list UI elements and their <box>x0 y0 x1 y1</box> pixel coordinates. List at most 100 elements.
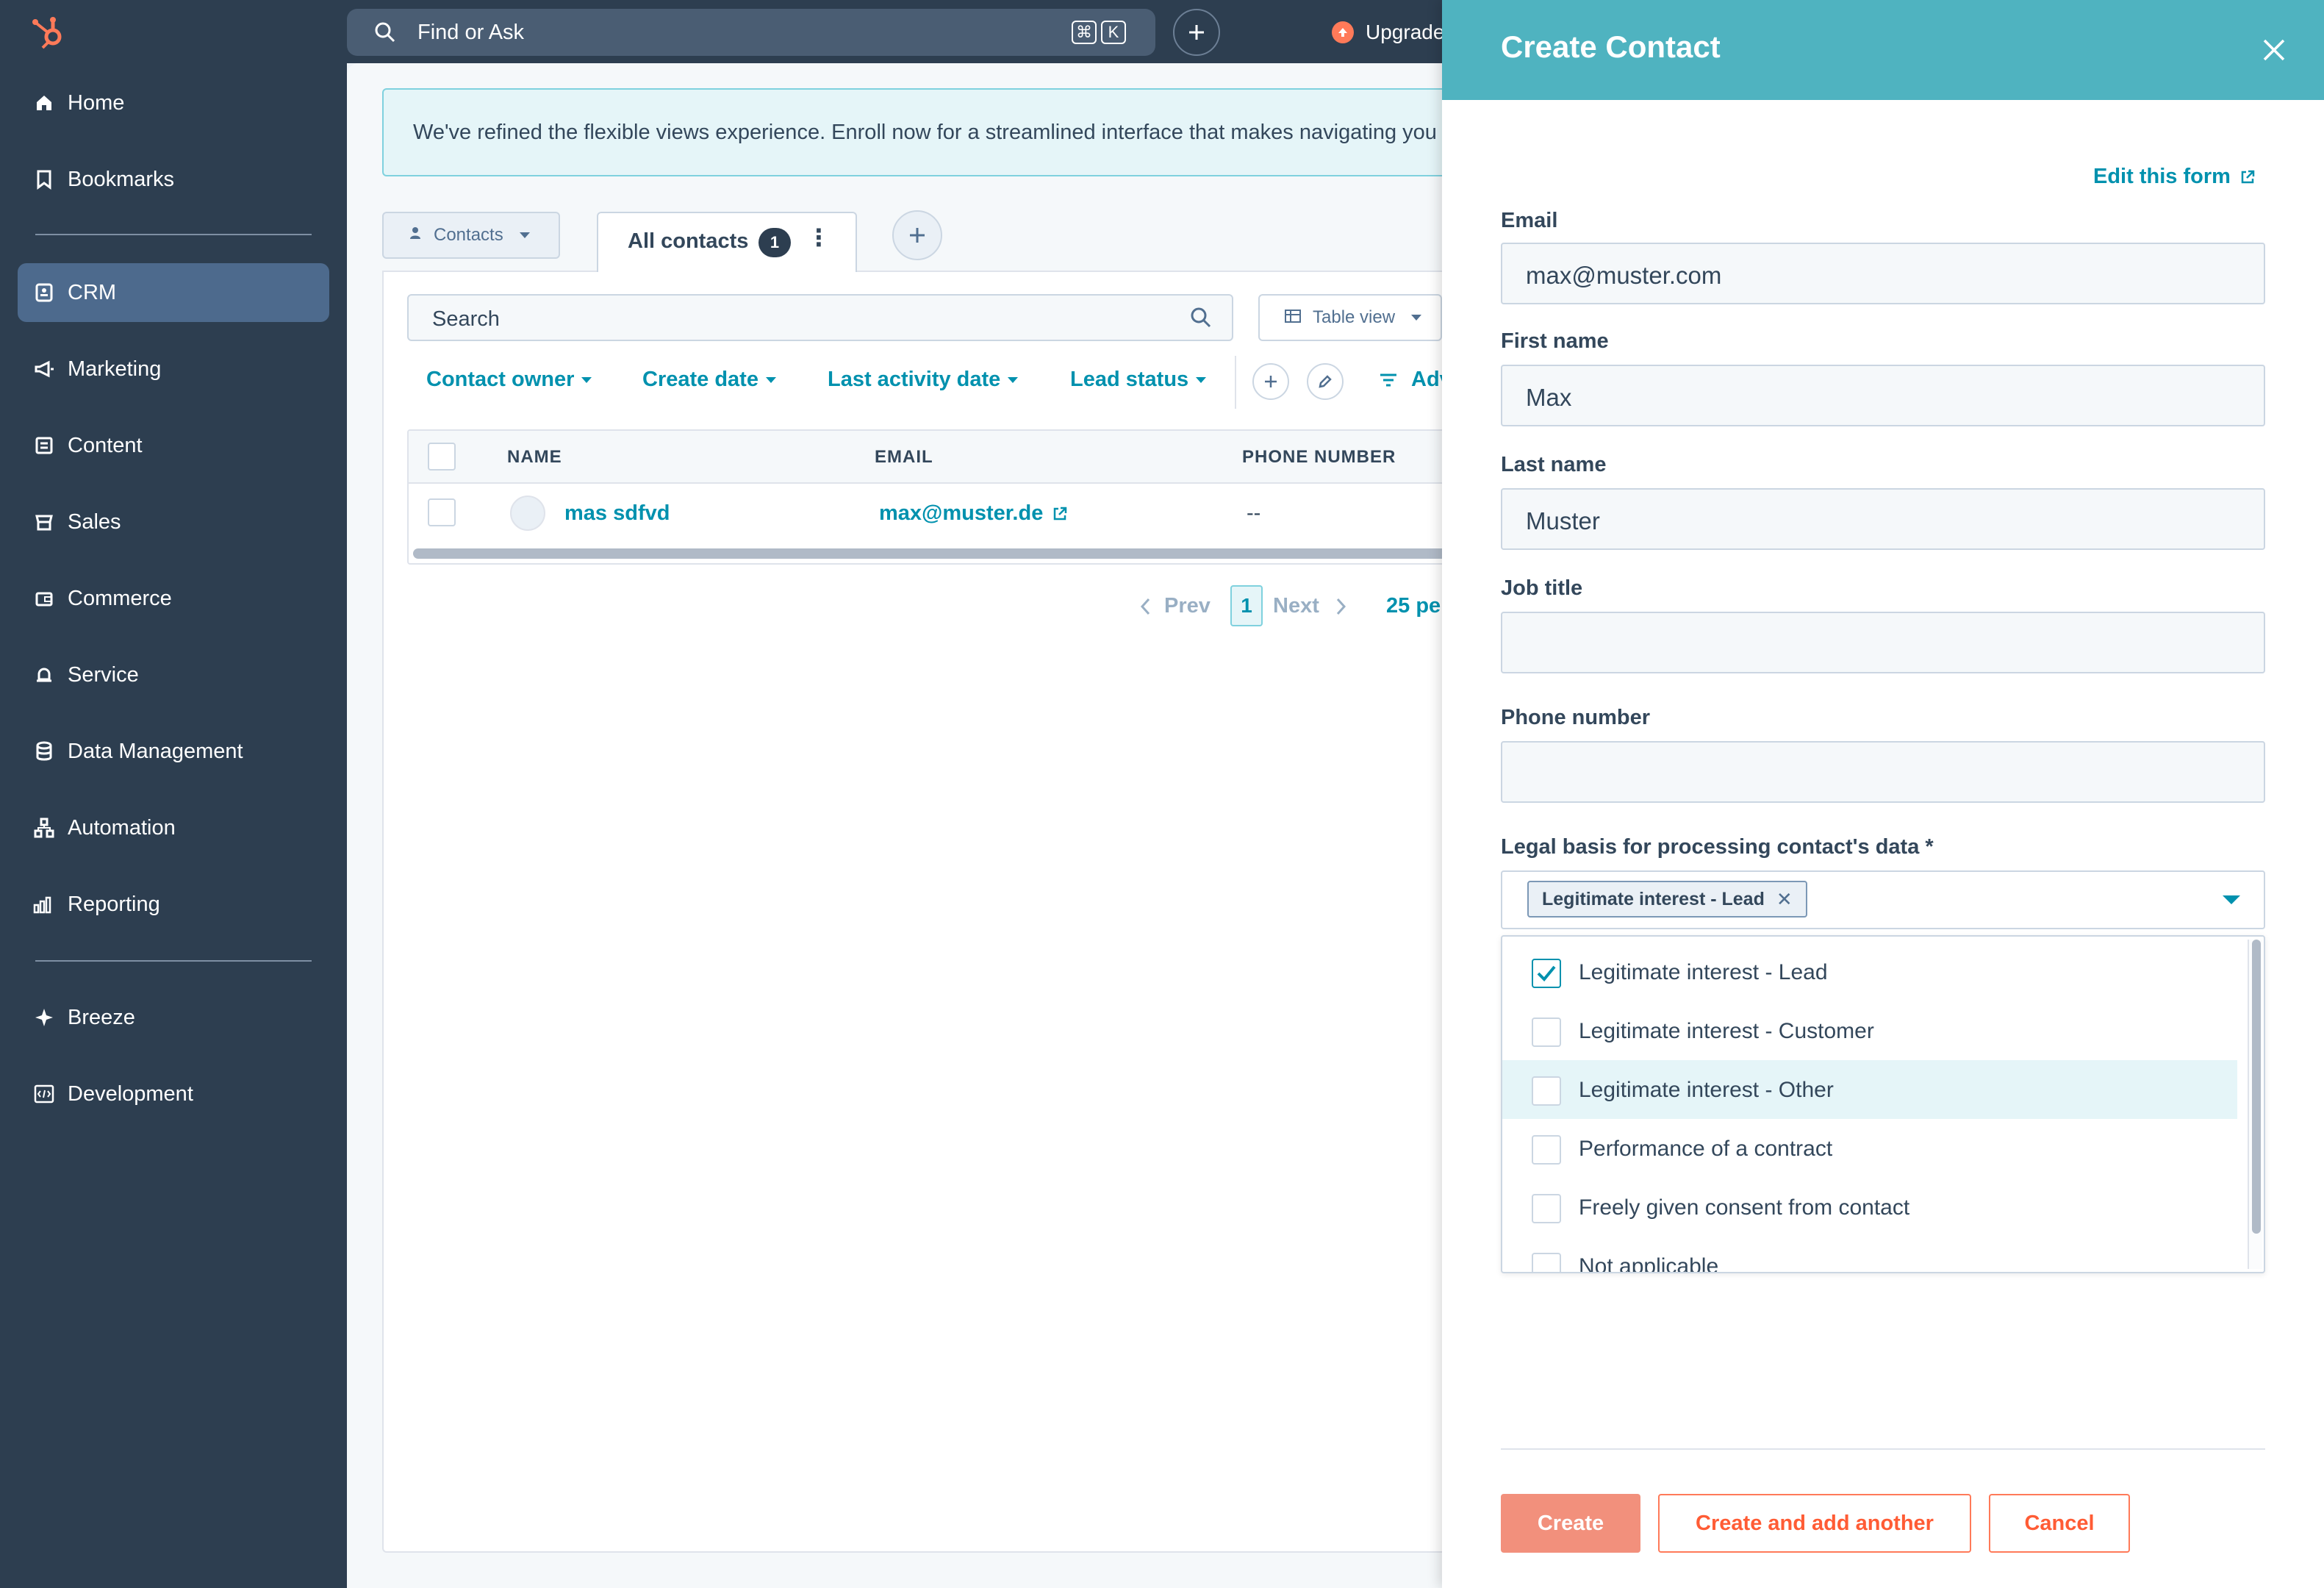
bookmark-icon <box>32 168 56 191</box>
banner-text: We've refined the flexible views experie… <box>413 121 1437 144</box>
sidebar-item-sales[interactable]: Sales <box>18 493 329 551</box>
shortcut-cmd-key: ⌘ <box>1072 21 1097 44</box>
external-link-icon <box>1054 507 1067 520</box>
create-button[interactable]: Create <box>1501 1494 1640 1553</box>
filter-divider <box>1235 356 1236 409</box>
column-header-phone[interactable]: PHONE NUMBER <box>1242 447 1396 468</box>
legal-basis-multiselect[interactable]: Legitimate interest - Lead ✕ <box>1501 870 2265 929</box>
chevron-down-icon <box>519 232 530 238</box>
page-number-current[interactable]: 1 <box>1230 585 1263 626</box>
home-icon <box>32 91 56 115</box>
chip-label: Legitimate interest - Lead <box>1542 888 1765 909</box>
filter-lead-status[interactable]: Lead status <box>1070 368 1207 392</box>
sidebar-item-automation[interactable]: Automation <box>18 798 329 857</box>
global-search-input[interactable]: Find or Ask ⌘ K <box>347 9 1155 56</box>
quick-create-button[interactable] <box>1173 9 1220 56</box>
filter-create-date[interactable]: Create date <box>642 368 776 392</box>
sidebar-item-reporting[interactable]: Reporting <box>18 875 329 934</box>
option-legitimate-interest-lead[interactable]: Legitimate interest - Lead <box>1502 943 2237 1001</box>
filter-label: Contact owner <box>426 368 575 391</box>
table-header: NAME EMAIL PHONE NUMBER <box>409 431 1471 484</box>
sidebar-divider <box>35 960 312 962</box>
sidebar-item-label: Breeze <box>68 1005 135 1029</box>
sidebar-item-label: Reporting <box>68 892 160 916</box>
sidebar-item-development[interactable]: Development <box>18 1065 329 1123</box>
sidebar-item-content[interactable]: Content <box>18 416 329 475</box>
filter-icon <box>1380 373 1396 386</box>
list-search-input[interactable]: Search <box>407 294 1233 341</box>
edit-filters-button[interactable] <box>1307 363 1344 400</box>
sidebar-item-label: Data Management <box>68 739 243 763</box>
filter-last-activity-date[interactable]: Last activity date <box>828 368 1019 392</box>
edit-form-link[interactable]: Edit this form <box>2093 165 2256 189</box>
checkbox[interactable] <box>1532 1253 1561 1272</box>
per-page-dropdown[interactable]: 25 pe <box>1386 594 1441 618</box>
option-legitimate-interest-customer[interactable]: Legitimate interest - Customer <box>1502 1001 2237 1060</box>
sidebar-item-marketing[interactable]: Marketing <box>18 340 329 398</box>
bell-icon <box>32 663 56 687</box>
phone-number-field[interactable] <box>1501 741 2265 803</box>
checkbox[interactable] <box>1532 1135 1561 1165</box>
sidebar-item-label: Content <box>68 433 143 457</box>
sidebar-item-service[interactable]: Service <box>18 645 329 704</box>
view-type-dropdown[interactable]: Table view <box>1258 294 1442 341</box>
sidebar-item-crm[interactable]: CRM <box>18 263 329 322</box>
sidebar-item-breeze[interactable]: Breeze <box>18 988 329 1047</box>
filter-label: Create date <box>642 368 758 391</box>
prev-label: Prev <box>1164 594 1211 618</box>
horizontal-scrollbar[interactable] <box>413 548 1471 559</box>
row-checkbox[interactable] <box>428 498 456 526</box>
checkbox[interactable] <box>1532 1076 1561 1106</box>
sidebar-item-home[interactable]: Home <box>18 74 329 132</box>
column-header-name[interactable]: NAME <box>507 447 562 468</box>
scrollbar-thumb[interactable] <box>2252 940 2261 1234</box>
cancel-button[interactable]: Cancel <box>1989 1494 2130 1553</box>
prev-page-button[interactable]: Prev <box>1139 594 1211 618</box>
add-view-button[interactable] <box>892 210 942 260</box>
dropdown-scrollbar[interactable] <box>2248 940 2262 1269</box>
email-value: max@muster.com <box>1526 262 1722 289</box>
more-options-icon[interactable]: ⋮ <box>807 223 831 251</box>
object-selector-dropdown[interactable]: Contacts <box>382 212 560 259</box>
column-header-email[interactable]: EMAIL <box>875 447 933 468</box>
checkbox[interactable] <box>1532 1194 1561 1223</box>
contact-name-link[interactable]: mas sdfvd <box>564 501 670 526</box>
next-label: Next <box>1273 594 1319 618</box>
option-performance-of-contract[interactable]: Performance of a contract <box>1502 1119 2237 1178</box>
first-name-label: First name <box>1501 329 1609 353</box>
sidebar-item-commerce[interactable]: Commerce <box>18 569 329 628</box>
next-page-button[interactable]: Next <box>1273 594 1347 618</box>
checkbox[interactable] <box>1532 1017 1561 1047</box>
select-all-checkbox[interactable] <box>428 443 456 471</box>
upgrade-button[interactable]: Upgrade <box>1332 18 1444 47</box>
option-not-applicable[interactable]: Not applicable <box>1502 1237 2237 1272</box>
add-filter-button[interactable] <box>1252 363 1289 400</box>
last-name-field[interactable]: Muster <box>1501 488 2265 550</box>
global-search-placeholder: Find or Ask <box>417 21 525 44</box>
advanced-filters-button[interactable]: Adv <box>1379 368 1452 392</box>
email-value: max@muster.de <box>879 501 1044 525</box>
checkbox-checked[interactable] <box>1532 959 1561 988</box>
option-freely-given-consent[interactable]: Freely given consent from contact <box>1502 1178 2237 1237</box>
job-title-field[interactable] <box>1501 612 2265 673</box>
close-panel-button[interactable] <box>2256 32 2292 68</box>
contact-email-link[interactable]: max@muster.de <box>879 501 1068 526</box>
checkmark-icon <box>1537 965 1556 981</box>
sparkle-icon <box>32 1006 56 1029</box>
sidebar-item-bookmarks[interactable]: Bookmarks <box>18 150 329 209</box>
chevron-down-icon <box>1008 377 1019 384</box>
sidebar-item-data-management[interactable]: Data Management <box>18 722 329 781</box>
filter-contact-owner[interactable]: Contact owner <box>426 368 592 392</box>
option-label: Legitimate interest - Customer <box>1579 1019 1874 1043</box>
option-label: Legitimate interest - Other <box>1579 1078 1834 1102</box>
hubspot-logo-icon[interactable] <box>29 13 68 51</box>
tab-all-contacts[interactable]: All contacts 1 ⋮ <box>597 212 857 272</box>
create-and-add-another-button[interactable]: Create and add another <box>1658 1494 1971 1553</box>
option-legitimate-interest-other[interactable]: Legitimate interest - Other <box>1502 1060 2237 1119</box>
remove-chip-icon[interactable]: ✕ <box>1776 888 1793 911</box>
sidebar-divider <box>35 234 312 235</box>
chevron-down-icon <box>1411 315 1422 321</box>
chevron-down-icon[interactable] <box>2223 895 2240 904</box>
email-field[interactable]: max@muster.com <box>1501 243 2265 304</box>
first-name-field[interactable]: Max <box>1501 365 2265 426</box>
